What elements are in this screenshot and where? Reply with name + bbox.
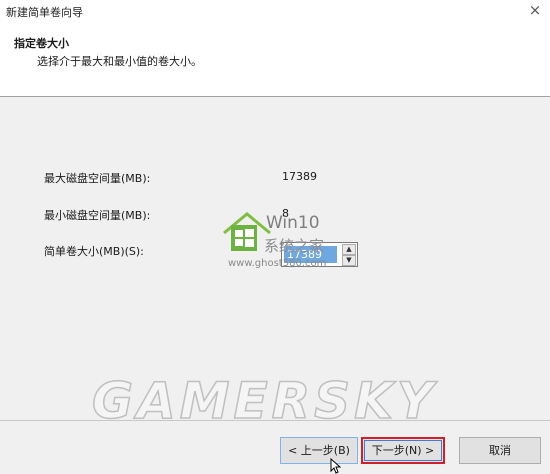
watermark-url: www.ghost580.com xyxy=(228,258,327,269)
close-icon[interactable]: × xyxy=(526,1,544,19)
spin-down-icon[interactable]: ▼ xyxy=(342,255,356,266)
back-button[interactable]: < 上一步(B) xyxy=(280,437,358,464)
next-button[interactable]: 下一步(N) > xyxy=(361,437,445,464)
cancel-button[interactable]: 取消 xyxy=(459,437,541,464)
spin-up-icon[interactable]: ▲ xyxy=(342,244,356,255)
page-description: 选择介于最大和最小值的卷大小。 xyxy=(37,55,202,68)
title-bar: 新建简单卷向导 × xyxy=(0,0,550,26)
volume-size-label: 简单卷大小(MB)(S): xyxy=(44,245,144,258)
footer-divider xyxy=(0,420,550,421)
min-space-label: 最小磁盘空间量(MB): xyxy=(44,209,151,222)
watermark-title: Win10 xyxy=(266,213,320,233)
watermark-subtitle: 系统之家 xyxy=(264,237,325,255)
page-heading: 指定卷大小 xyxy=(14,37,69,50)
window-title: 新建简单卷向导 xyxy=(6,6,83,19)
max-space-value: 17389 xyxy=(282,170,317,183)
next-button-label: 下一步(N) > xyxy=(364,440,442,461)
wizard-header: 指定卷大小 选择介于最大和最小值的卷大小。 xyxy=(0,26,550,97)
mouse-cursor-icon xyxy=(330,458,342,474)
max-space-label: 最大磁盘空间量(MB): xyxy=(44,172,151,185)
